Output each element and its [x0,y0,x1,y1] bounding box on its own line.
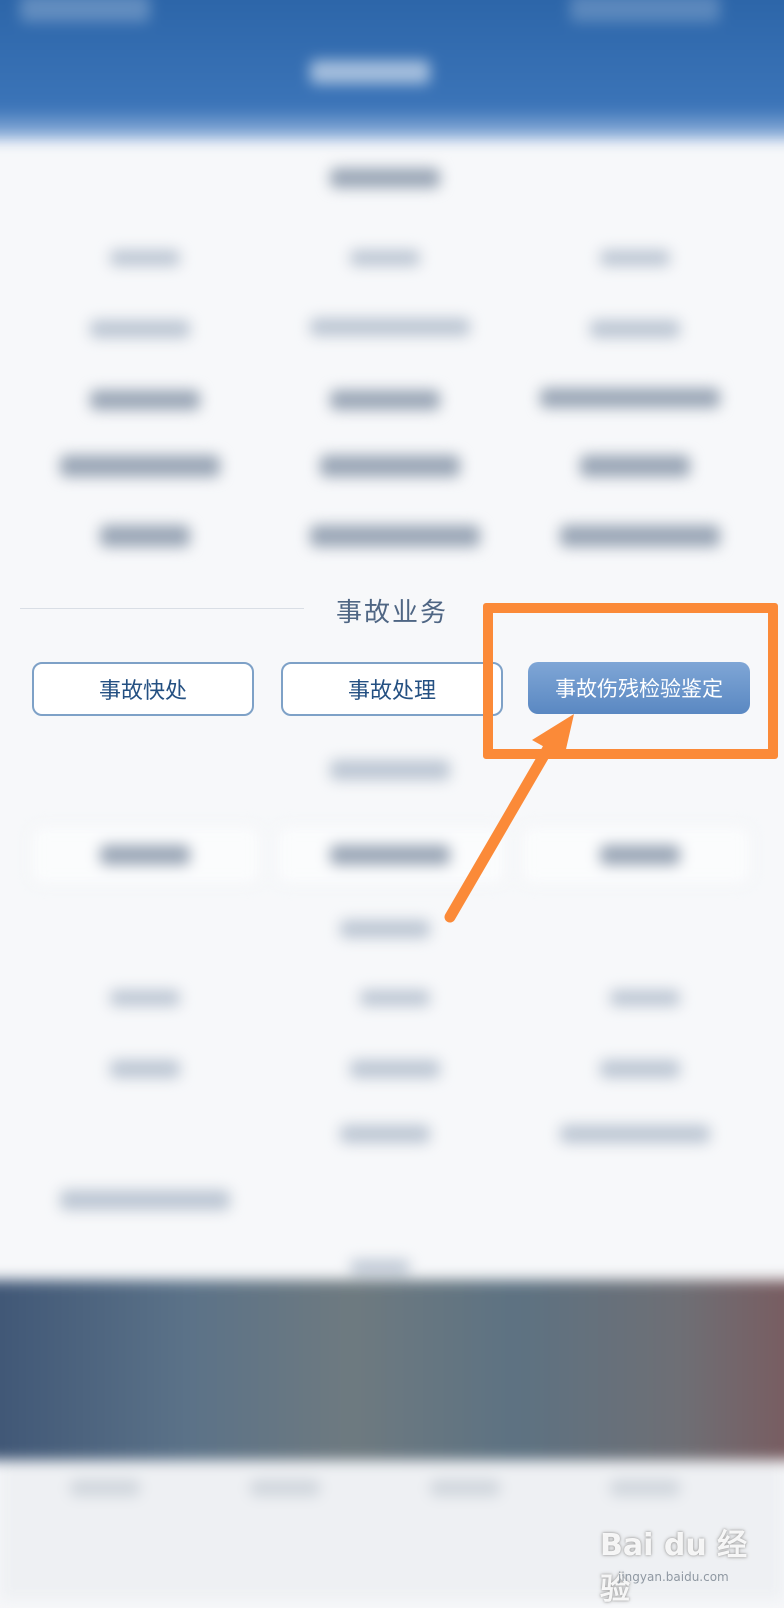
annotation-arrow [444,714,574,923]
baidu-jingyan-watermark: Bai du 经验 jingyan.baidu.com [600,1520,770,1607]
watermark-url: jingyan.baidu.com [618,1570,729,1584]
